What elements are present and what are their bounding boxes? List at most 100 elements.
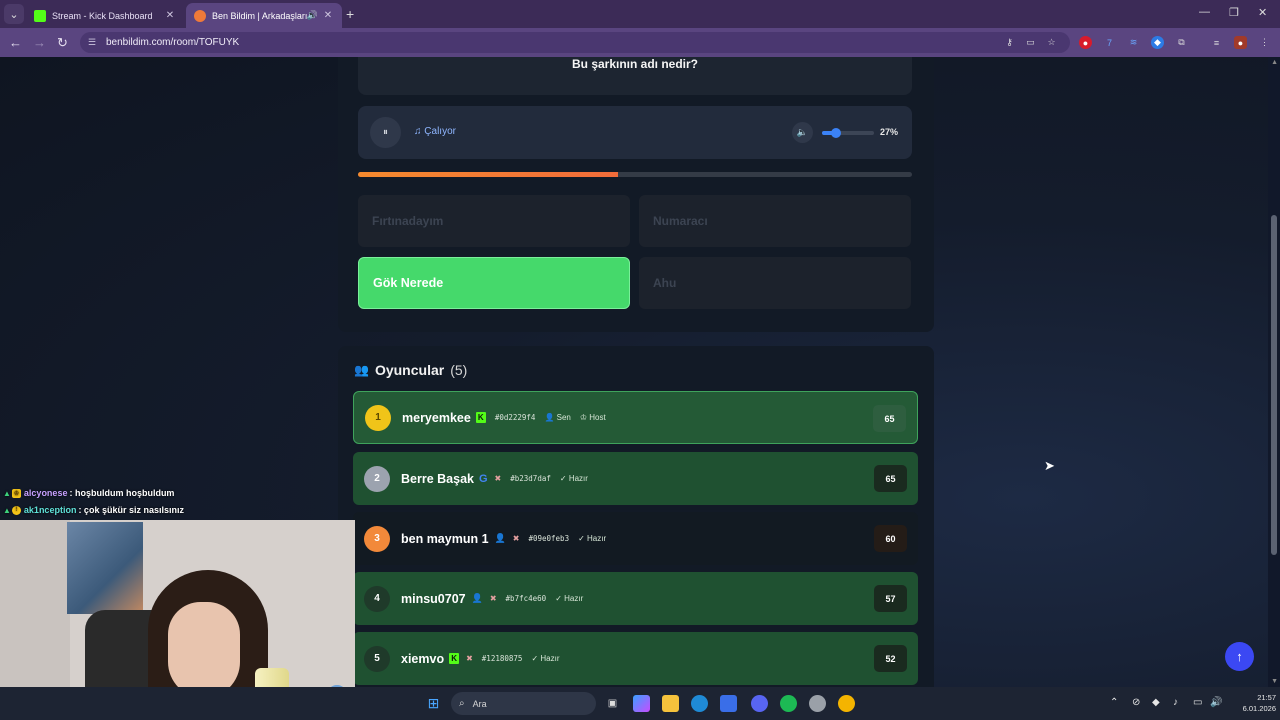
reload-icon[interactable]: ↻ <box>57 35 68 51</box>
password-key-icon[interactable]: ⚷ <box>1003 36 1016 49</box>
task-view-icon[interactable]: ▣ <box>604 695 621 712</box>
user-icon: 👤 <box>544 413 557 422</box>
players-card: 👥 Oyuncular (5) 1 meryemkee K #0d2229f4 … <box>338 346 934 687</box>
tray-display-icon[interactable]: ▭ <box>1193 697 1202 708</box>
coin-badge-icon: ! <box>11 505 21 515</box>
check-icon: ✓ <box>555 594 565 603</box>
quiz-card: Bu şarkının adı nedir? ⏸ ♫ Çalıyor 🔈 27%… <box>338 57 934 332</box>
playback-status: ♫ Çalıyor <box>414 126 456 137</box>
more-menu-icon[interactable]: ⋮ <box>1258 36 1271 49</box>
media-queue-icon[interactable]: ≡ <box>1210 36 1223 49</box>
minimize-icon[interactable]: — <box>1199 6 1210 18</box>
chat-username: alcyonese <box>23 488 68 498</box>
rank-badge: 1 <box>365 404 391 431</box>
profile-avatar[interactable]: ● <box>1234 36 1247 49</box>
kick-icon: K <box>449 653 460 664</box>
tab-kick-dashboard[interactable]: Stream - Kick Dashboard ✕ <box>26 3 184 28</box>
tray-overflow-icon[interactable]: ⌃ <box>1110 697 1118 708</box>
answer-option-3[interactable]: Gök Nerede <box>358 257 630 309</box>
player-id: #0d2229f4 <box>494 413 536 422</box>
check-icon: ✓ <box>559 474 569 483</box>
player-id: #b7fc4e60 <box>505 594 547 603</box>
scrollbar-thumb[interactable] <box>1271 215 1277 555</box>
rank-badge: 4 <box>364 585 390 612</box>
kick-icon <box>34 9 46 22</box>
extension-7tv-icon[interactable]: 7 <box>1103 36 1116 49</box>
answer-option-2[interactable]: Numaracı <box>639 195 911 247</box>
player-id: #12180875 <box>481 654 523 663</box>
player-row[interactable]: 5 xiemvo K ✖ #12180875 ✓ Hazır 52 <box>353 632 918 685</box>
site-info-icon[interactable]: ☰ <box>88 37 98 48</box>
chrome-icon[interactable] <box>838 695 855 712</box>
answer-option-1[interactable]: Fırtınadayım <box>358 195 630 247</box>
speaker-icon[interactable]: 🔊 <box>307 10 318 21</box>
taskbar-clock[interactable]: 21:57 6.01.2026 <box>1228 692 1276 714</box>
remove-user-icon[interactable]: ✖ <box>466 654 473 663</box>
window-close-icon[interactable]: ✕ <box>1258 6 1267 19</box>
discord-icon[interactable] <box>751 695 768 712</box>
start-windows-icon[interactable]: ⊞ <box>425 695 442 712</box>
rank-badge: 5 <box>364 645 390 672</box>
file-explorer-icon[interactable] <box>662 695 679 712</box>
extensions-puzzle-icon[interactable]: ⧉ <box>1175 36 1188 49</box>
tab-title: Stream - Kick Dashboard <box>52 10 153 21</box>
player-row[interactable]: 4 minsu0707 👤 ✖ #b7fc4e60 ✓ Hazır 57 <box>353 572 918 625</box>
extension-shield-icon[interactable]: ◆ <box>1151 36 1164 49</box>
back-arrow-icon[interactable]: ← <box>9 35 22 50</box>
spotify-icon[interactable] <box>780 695 797 712</box>
player-name: meryemkee <box>402 410 471 425</box>
scroll-down-arrow-icon[interactable]: ▼ <box>1271 678 1278 685</box>
restore-icon[interactable]: ❐ <box>1229 6 1239 19</box>
player-row[interactable]: 1 meryemkee K #0d2229f4 👤 Sen ♔ Host 65 <box>353 391 918 444</box>
remove-user-icon[interactable]: ✖ <box>490 594 497 603</box>
you-tag: 👤 Sen <box>544 413 570 422</box>
volume-slider[interactable] <box>822 128 874 138</box>
bookmark-star-icon[interactable]: ☆ <box>1045 36 1058 49</box>
players-heading: 👥 Oyuncular (5) <box>354 362 467 378</box>
obs-icon[interactable] <box>809 695 826 712</box>
close-tab-icon[interactable]: ✕ <box>164 10 176 21</box>
player-score: 60 <box>874 525 907 552</box>
edge-icon[interactable] <box>691 695 708 712</box>
store-icon[interactable] <box>720 695 737 712</box>
pause-button[interactable]: ⏸ <box>370 117 401 148</box>
forward-arrow-icon[interactable]: → <box>33 35 46 50</box>
player-score: 57 <box>874 585 907 612</box>
host-tag: ♔ Host <box>580 413 606 422</box>
scroll-up-arrow-icon[interactable]: ▲ <box>1271 59 1278 66</box>
player-name: minsu0707 <box>401 591 466 606</box>
player-name: xiemvo <box>401 651 445 666</box>
remove-user-icon[interactable]: ✖ <box>495 474 502 483</box>
tab-ben-bildim[interactable]: Ben Bildim | Arkadaşlarınla 🔊 ✕ <box>186 3 342 28</box>
tray-network-off-icon[interactable]: ⊘ <box>1132 697 1140 708</box>
tray-speaker-icon[interactable]: 🔊 <box>1210 697 1222 708</box>
taskbar-search[interactable]: ⌕ Ara <box>451 692 596 715</box>
cast-icon[interactable]: ▭ <box>1024 36 1037 49</box>
close-tab-icon[interactable]: ✕ <box>322 10 334 21</box>
players-title: Oyuncular <box>374 362 445 378</box>
player-name: Berre Başak <box>401 471 474 486</box>
player-score: 52 <box>874 645 907 672</box>
browser-tab-bar: ⌄ Stream - Kick Dashboard ✕ Ben Bildim |… <box>0 0 1280 28</box>
scroll-to-top-button[interactable]: ↑ <box>1225 642 1254 671</box>
new-tab-button[interactable]: + <box>346 6 354 22</box>
extension-wave-icon[interactable]: ≋ <box>1127 36 1140 49</box>
player-name: ben maymun 1 <box>401 531 489 546</box>
copilot-icon[interactable] <box>633 695 650 712</box>
taskbar-search-placeholder: Ara <box>472 698 487 709</box>
extension-red-icon[interactable]: ● <box>1079 36 1092 49</box>
answer-option-4[interactable]: Ahu <box>639 257 911 309</box>
ready-tag: ✓ Hazır <box>578 534 606 543</box>
player-row[interactable]: 3 ben maymun 1 👤 ✖ #09e0feb3 ✓ Hazır 60 <box>353 512 918 565</box>
volume-icon[interactable]: 🔈 <box>792 122 813 143</box>
remove-user-icon[interactable]: ✖ <box>513 534 520 543</box>
tray-app-icon[interactable]: ◆ <box>1152 697 1160 708</box>
tray-microphone-icon[interactable]: ♪ <box>1173 697 1178 708</box>
audio-player: ⏸ ♫ Çalıyor 🔈 27% <box>358 106 912 159</box>
page-scrollbar[interactable]: ▲ ▼ <box>1268 57 1280 687</box>
tab-search-icon[interactable]: ⌄ <box>4 4 24 24</box>
volume-knob[interactable] <box>831 128 842 138</box>
player-row[interactable]: 2 Berre Başak G ✖ #b23d7daf ✓ Hazır 65 <box>353 452 918 505</box>
ready-tag-label: Hazır <box>587 534 607 543</box>
url-bar[interactable]: ☰ benbildim.com/room/TOFUYK <box>80 32 1070 53</box>
